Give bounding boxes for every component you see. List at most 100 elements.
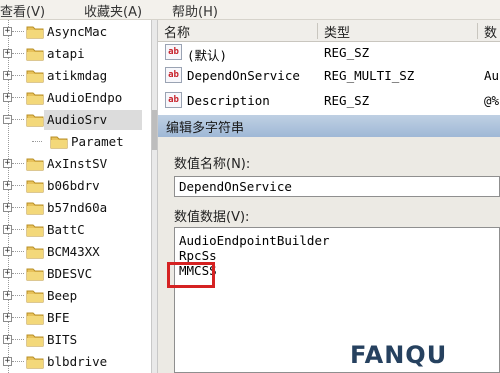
tree-item[interactable]: + b06bdrv <box>0 175 151 198</box>
expand-icon[interactable]: + <box>3 181 12 190</box>
tree-connector <box>12 339 24 340</box>
folder-icon <box>26 222 44 237</box>
expand-icon[interactable]: + <box>3 269 12 278</box>
menu-view[interactable]: 查看(V) <box>0 1 45 20</box>
tree-item-label: BFE <box>47 310 70 325</box>
tree-item[interactable]: + BITS <box>0 329 151 352</box>
folder-icon <box>26 112 44 127</box>
tree-item-child[interactable]: Paramet <box>0 131 151 154</box>
expand-icon[interactable]: + <box>3 335 12 344</box>
expand-icon[interactable]: + <box>3 49 12 58</box>
column-type-header[interactable]: 类型 <box>324 22 350 41</box>
column-header: 名称 类型 数 <box>158 20 500 42</box>
folder-icon <box>26 200 44 215</box>
tree-connector <box>12 207 24 208</box>
mmcss-highlight-box <box>167 262 215 288</box>
expand-icon[interactable]: + <box>3 159 12 168</box>
tree-item-label: atikmdag <box>47 68 108 83</box>
tree-item-label: AxInstSV <box>47 156 108 171</box>
expand-icon[interactable]: + <box>3 203 12 212</box>
expand-icon[interactable]: + <box>3 313 12 322</box>
watermark-logo-text: FANQU <box>350 341 448 369</box>
value-row-default[interactable]: ab (默认) REG_SZ <box>158 42 500 64</box>
tree-item[interactable]: + BFE <box>0 307 151 330</box>
expand-icon[interactable]: + <box>3 27 12 36</box>
tree-item[interactable]: + blbdrive <box>0 351 151 373</box>
folder-icon <box>26 310 44 325</box>
tree-item-label: b06bdrv <box>47 178 100 193</box>
tree-item-label: Beep <box>47 288 78 303</box>
tree-item[interactable]: + BDESVC <box>0 263 151 286</box>
expand-icon[interactable]: + <box>3 357 12 366</box>
folder-icon <box>26 288 44 303</box>
value-type: REG_SZ <box>324 93 370 108</box>
column-name-header[interactable]: 名称 <box>164 22 190 41</box>
tree-connector <box>12 317 24 318</box>
string-value-icon: ab <box>165 44 182 60</box>
menu-help[interactable]: 帮助(H) <box>172 1 218 20</box>
tree-item-label: b57nd60a <box>47 200 108 215</box>
site-watermark: FANQU <box>350 333 500 373</box>
string-value-icon: ab <box>165 67 182 83</box>
tree-item-label: AsyncMac <box>47 24 108 39</box>
value-row-dependonservice[interactable]: ab DependOnService REG_MULTI_SZ Au <box>158 65 500 87</box>
expand-icon[interactable]: + <box>3 93 12 102</box>
value-data-label: 数值数据(V): <box>174 210 250 225</box>
tree-item[interactable]: − AudioSrv <box>0 109 151 132</box>
folder-icon <box>26 178 44 193</box>
tree-connector <box>12 229 24 230</box>
folder-icon <box>26 354 44 369</box>
dialog-title: 编辑多字符串 <box>158 115 500 137</box>
tree-connector <box>12 273 24 274</box>
tree-connector <box>12 361 24 362</box>
value-data: Au <box>484 68 500 83</box>
tree-scrollbar[interactable] <box>151 20 158 373</box>
tree-connector <box>12 251 24 252</box>
collapse-icon[interactable]: − <box>3 115 12 124</box>
value-type: REG_MULTI_SZ <box>324 68 415 83</box>
tree-connector <box>12 31 24 32</box>
scrollbar-thumb[interactable] <box>152 110 157 150</box>
tree-item[interactable]: + atapi <box>0 43 151 66</box>
folder-icon <box>26 46 44 61</box>
tree-item[interactable]: + AudioEndpo <box>0 87 151 110</box>
column-divider[interactable] <box>477 23 478 39</box>
tree-item[interactable]: + AsyncMac <box>0 21 151 44</box>
menu-favorites[interactable]: 收藏夹(A) <box>84 1 142 20</box>
folder-icon <box>26 266 44 281</box>
value-data-line: RpcSs <box>179 248 217 263</box>
tree-connector <box>12 119 24 120</box>
tree-connector <box>12 185 24 186</box>
tree-connector <box>12 53 24 54</box>
tree-item[interactable]: + Beep <box>0 285 151 308</box>
value-name: Description <box>187 93 270 108</box>
column-divider[interactable] <box>317 23 318 39</box>
menu-bar: 查看(V) 收藏夹(A) 帮助(H) <box>0 0 500 20</box>
tree-item[interactable]: + BattC <box>0 219 151 242</box>
values-pane: 名称 类型 数 ab (默认) REG_SZ ab DependOnServic… <box>158 20 500 373</box>
value-name: DependOnService <box>187 68 300 83</box>
folder-icon <box>26 244 44 259</box>
tree-item[interactable]: + AxInstSV <box>0 153 151 176</box>
tree-item[interactable]: + atikmdag <box>0 65 151 88</box>
value-name-field[interactable]: DependOnService <box>174 176 500 197</box>
tree-item-label: BattC <box>47 222 85 237</box>
tree-item[interactable]: + BCM43XX <box>0 241 151 264</box>
value-row-description[interactable]: ab Description REG_SZ @% <box>158 90 500 112</box>
expand-icon[interactable]: + <box>3 71 12 80</box>
expand-icon[interactable]: + <box>3 247 12 256</box>
tree-item-label: BDESVC <box>47 266 93 281</box>
folder-icon <box>26 90 44 105</box>
folder-icon <box>26 332 44 347</box>
value-name: (默认) <box>187 48 228 63</box>
column-data-header[interactable]: 数 <box>484 22 497 41</box>
value-data: @% <box>484 93 500 108</box>
tree-item[interactable]: + b57nd60a <box>0 197 151 220</box>
expand-icon[interactable]: + <box>3 225 12 234</box>
tree-item-label: Paramet <box>71 134 124 149</box>
tree-item-label: AudioEndpo <box>47 90 123 105</box>
folder-icon <box>26 156 44 171</box>
expand-icon[interactable]: + <box>3 291 12 300</box>
tree-connector <box>12 295 24 296</box>
folder-icon <box>50 134 68 149</box>
